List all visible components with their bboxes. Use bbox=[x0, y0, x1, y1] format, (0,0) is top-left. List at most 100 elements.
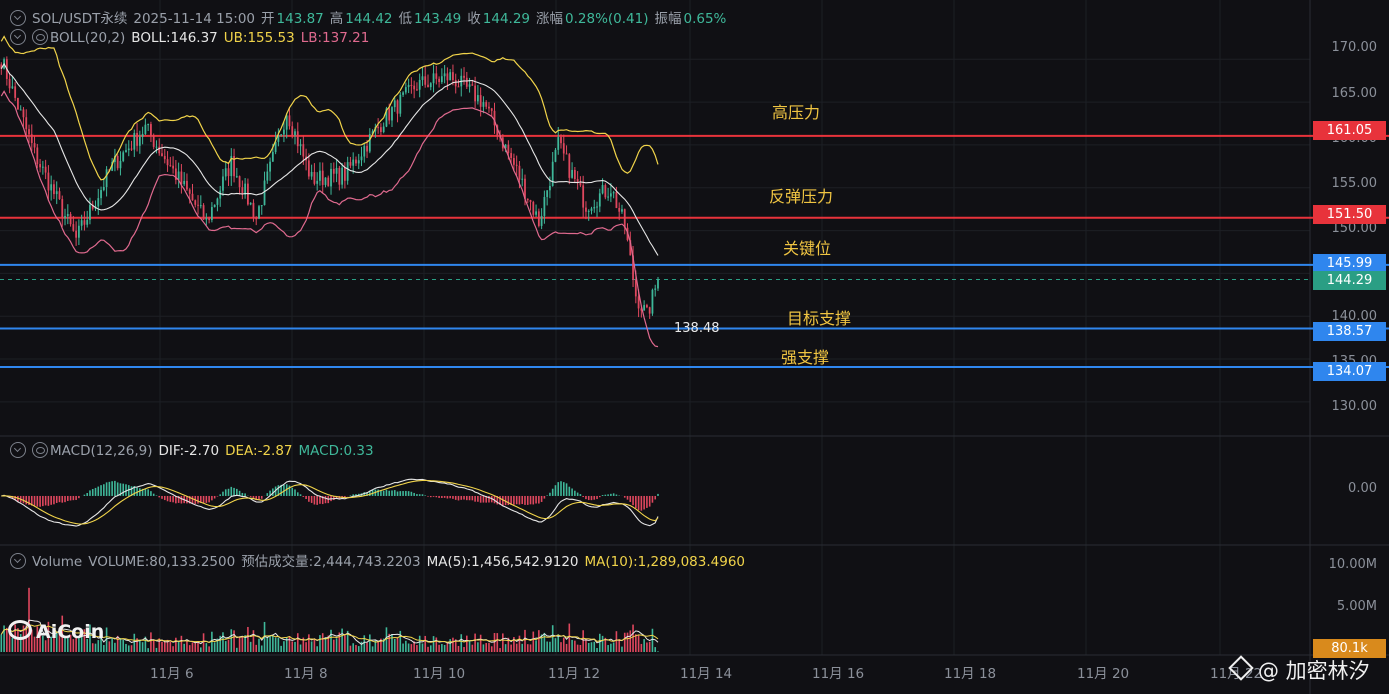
boll-lower-line bbox=[0, 90, 659, 348]
candle-body bbox=[89, 204, 91, 220]
candle-body bbox=[69, 214, 72, 225]
candle-body bbox=[571, 169, 573, 178]
candle-body bbox=[452, 72, 454, 80]
candle-body bbox=[197, 204, 199, 206]
candle-body bbox=[249, 202, 252, 205]
candle-body bbox=[11, 86, 14, 89]
binance-icon bbox=[1228, 655, 1254, 681]
macd-tick: 0.00 bbox=[1348, 481, 1377, 496]
candle-body bbox=[654, 288, 657, 290]
candle-body bbox=[50, 184, 53, 191]
candle-body bbox=[158, 146, 161, 154]
macd-dif: DIF:-2.70 bbox=[158, 443, 220, 459]
chart-canvas[interactable] bbox=[0, 0, 1389, 694]
close-value: 144.29 bbox=[482, 11, 531, 27]
candle-body bbox=[22, 109, 25, 118]
volume-header: Volume VOLUME:80,133.2500 预估成交量:2,444,743.… bbox=[10, 550, 751, 570]
candle-body bbox=[288, 115, 291, 127]
candle-body bbox=[537, 211, 540, 226]
boll-title: BOLL(20,2) bbox=[50, 30, 126, 46]
candle-body bbox=[61, 199, 64, 218]
candle-body bbox=[122, 152, 125, 161]
candle-body bbox=[454, 79, 457, 87]
candle-body bbox=[138, 136, 141, 146]
collapse-icon[interactable] bbox=[10, 553, 26, 569]
candle-body bbox=[33, 143, 36, 148]
candle-body bbox=[418, 79, 421, 90]
candle-body bbox=[532, 201, 535, 215]
candle-body bbox=[64, 216, 66, 218]
candle-body bbox=[648, 307, 651, 314]
candle-body bbox=[83, 220, 86, 225]
candle-body bbox=[36, 147, 39, 165]
candle-body bbox=[443, 73, 446, 77]
candle-body bbox=[335, 168, 338, 174]
boll-header: BOLL(20,2) BOLL:146.37 UB:155.53 LB:137.21 bbox=[10, 29, 375, 46]
candle-body bbox=[271, 152, 274, 162]
price-tick: 155.00 bbox=[1331, 176, 1378, 191]
candle-body bbox=[152, 136, 155, 147]
collapse-icon[interactable] bbox=[10, 442, 26, 458]
candle-body bbox=[410, 84, 413, 86]
candle-body bbox=[291, 126, 294, 136]
candle-body bbox=[366, 145, 368, 152]
candle-body bbox=[17, 97, 19, 110]
candle-body bbox=[529, 200, 532, 202]
price-tick: 165.00 bbox=[1331, 86, 1378, 101]
candle-body bbox=[150, 124, 152, 137]
candle-body bbox=[657, 279, 659, 289]
candle-body bbox=[44, 166, 47, 173]
candle-body bbox=[621, 209, 623, 212]
macd-dea: DEA:-2.87 bbox=[225, 443, 293, 459]
candle-body bbox=[324, 177, 327, 185]
open-label: 开 bbox=[261, 11, 275, 27]
candle-body bbox=[216, 198, 219, 205]
candle-body bbox=[58, 191, 61, 200]
candle-body bbox=[55, 191, 58, 195]
candle-body bbox=[646, 305, 648, 308]
price-tag-last: 144.29 bbox=[1313, 271, 1386, 290]
zone-label: 强支撑 bbox=[781, 348, 830, 367]
candle-body bbox=[283, 129, 285, 135]
candle-body bbox=[435, 73, 438, 79]
candle-body bbox=[299, 144, 302, 147]
candle-body bbox=[535, 211, 537, 215]
candle-body bbox=[302, 144, 305, 157]
collapse-icon[interactable] bbox=[10, 29, 26, 45]
zone-label: 反弹压力 bbox=[769, 187, 834, 206]
candle-body bbox=[510, 153, 513, 159]
aicoin-logo: AiCoin bbox=[8, 620, 104, 643]
candle-body bbox=[393, 100, 396, 108]
volume-ma10: MA(10):1,289,083.4960 bbox=[584, 554, 746, 570]
boll-ub: UB:155.53 bbox=[223, 30, 295, 46]
collapse-icon[interactable] bbox=[10, 10, 26, 26]
candle-body bbox=[310, 171, 313, 177]
macd-title: MACD(12,26,9) bbox=[50, 443, 153, 459]
candle-body bbox=[66, 214, 69, 217]
change-label: 涨幅 bbox=[536, 11, 564, 27]
candle-body bbox=[100, 190, 102, 199]
candle-body bbox=[380, 127, 382, 133]
candle-body bbox=[194, 200, 197, 205]
candle-body bbox=[546, 190, 549, 197]
price-tag-resistance-high: 161.05 bbox=[1313, 121, 1386, 140]
candle-body bbox=[105, 169, 108, 187]
visibility-icon[interactable] bbox=[32, 29, 48, 45]
candle-body bbox=[332, 168, 335, 174]
candle-body bbox=[399, 94, 402, 114]
boll-lb: LB:137.21 bbox=[300, 30, 370, 46]
candle-body bbox=[463, 75, 465, 78]
candle-body bbox=[515, 164, 518, 166]
visibility-icon[interactable] bbox=[32, 442, 48, 458]
candle-body bbox=[363, 145, 366, 157]
candle-body bbox=[238, 176, 241, 188]
macd-value: MACD:0.33 bbox=[298, 443, 374, 459]
candle-body bbox=[429, 83, 432, 88]
candle-body bbox=[255, 218, 258, 220]
price-tag-resistance-rebound: 151.50 bbox=[1313, 205, 1386, 224]
watermark: @ 加密林汐 bbox=[1228, 655, 1370, 685]
candle-body bbox=[296, 131, 299, 147]
candle-body bbox=[449, 72, 452, 81]
candle-body bbox=[388, 108, 391, 121]
brand-icon bbox=[8, 620, 32, 640]
